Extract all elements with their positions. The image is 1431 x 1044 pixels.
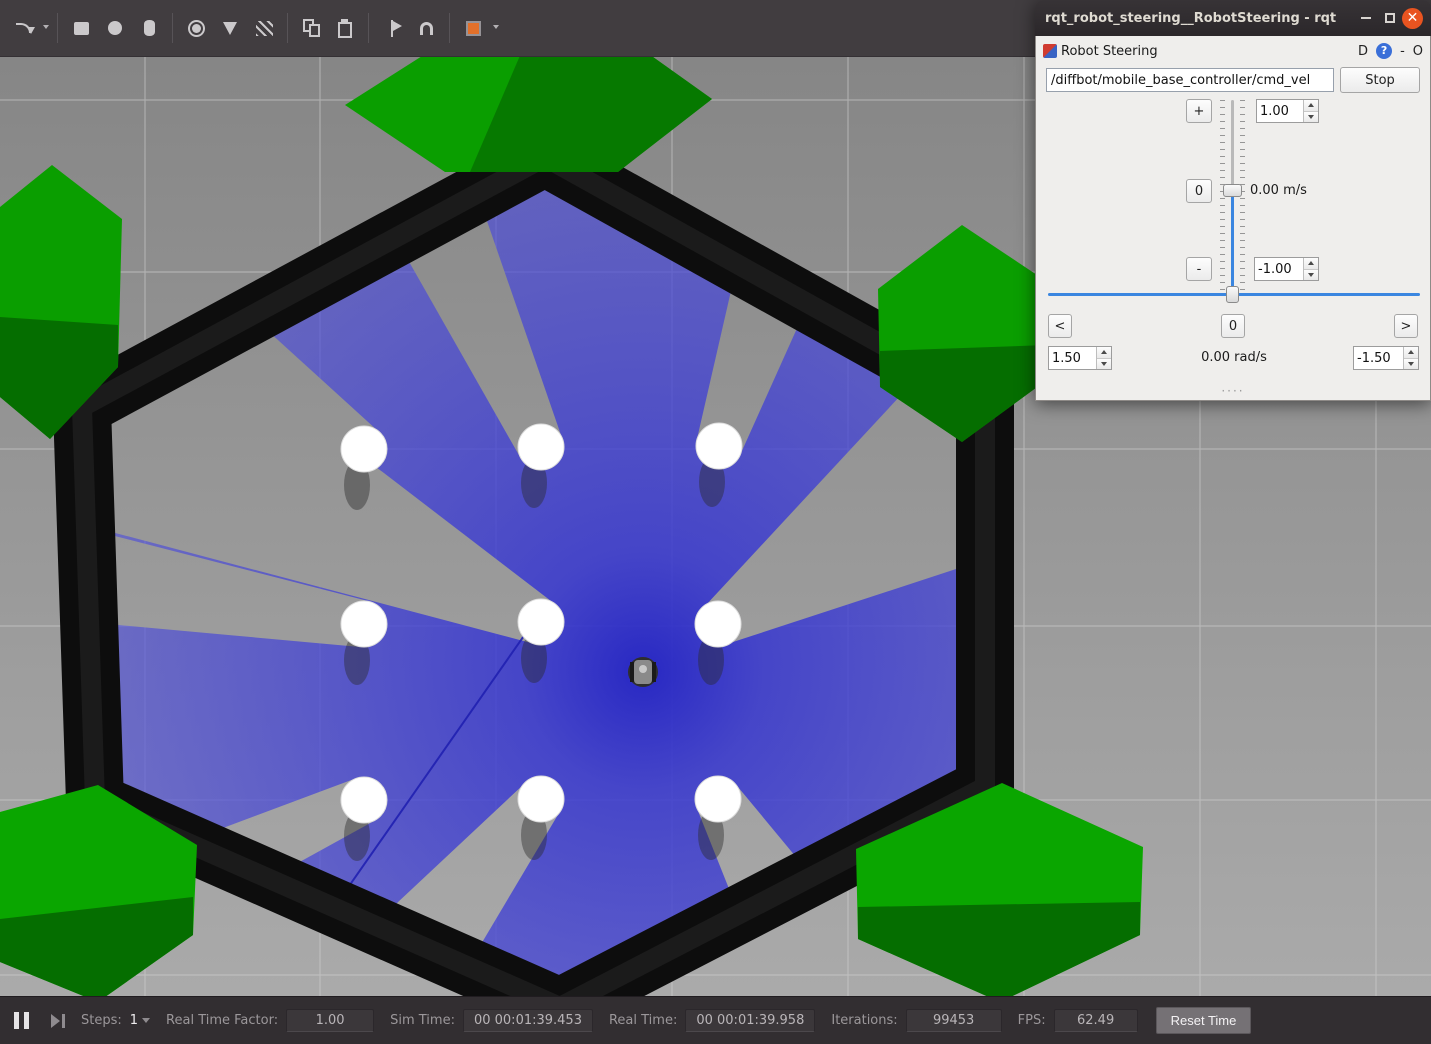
- robot-steering-icon: [1043, 44, 1057, 58]
- pause-icon[interactable]: [14, 1012, 29, 1029]
- angular-current-label: 0.00 rad/s: [1176, 346, 1292, 370]
- minimize-button[interactable]: [1354, 6, 1378, 30]
- insert-cylinder-icon[interactable]: [134, 11, 164, 45]
- toolbar-group-clipboard: [296, 11, 360, 45]
- spin-down-icon[interactable]: [1097, 359, 1111, 370]
- insert-box-icon[interactable]: [66, 11, 96, 45]
- reset-time-button[interactable]: Reset Time: [1156, 1007, 1252, 1034]
- dock-minimize-button[interactable]: -: [1400, 44, 1405, 59]
- rqt-body: Robot Steering D ? - O Stop +: [1035, 36, 1431, 401]
- minimize-icon: [1361, 17, 1371, 19]
- rtf-value: 1.00: [286, 1009, 374, 1032]
- angular-max-input[interactable]: [1049, 347, 1096, 369]
- dock-buttons: D ? - O: [1358, 43, 1423, 59]
- linear-slider-handle[interactable]: [1223, 184, 1242, 197]
- linear-min-arrows: [1303, 258, 1318, 280]
- toolbar-group-shapes: [66, 11, 164, 45]
- angular-right-button[interactable]: >: [1394, 314, 1418, 338]
- steps-label: Steps:: [81, 1013, 122, 1028]
- close-button[interactable]: ✕: [1402, 8, 1423, 29]
- angular-min-spinbox: [1353, 346, 1419, 370]
- gazebo-status-bar: Steps: 1 Real Time Factor: 1.00 Sim Time…: [0, 996, 1431, 1044]
- linear-plus-button[interactable]: +: [1186, 99, 1212, 123]
- linear-max-input[interactable]: [1257, 100, 1303, 122]
- toolbar-group-lights: [181, 11, 279, 45]
- angular-min-arrows: [1403, 347, 1418, 369]
- steps-dropdown-caret-icon[interactable]: [142, 1018, 150, 1027]
- linear-current-label: 0.00 m/s: [1250, 179, 1307, 203]
- copy-icon[interactable]: [296, 11, 326, 45]
- spot-light-icon[interactable]: [215, 11, 245, 45]
- dock-close-button[interactable]: O: [1413, 44, 1423, 59]
- toolbar-separator: [57, 13, 58, 43]
- spin-up-icon[interactable]: [1304, 258, 1318, 270]
- plugin-title: Robot Steering: [1061, 44, 1158, 59]
- toolbar-separator: [287, 13, 288, 43]
- fps-label: FPS:: [1018, 1013, 1046, 1028]
- toolbar-separator: [172, 13, 173, 43]
- angular-zero-button[interactable]: 0: [1221, 314, 1245, 338]
- linear-min-spinbox: [1254, 257, 1319, 281]
- real-time-value: 00 00:01:39.958: [685, 1009, 815, 1032]
- angular-slider-handle[interactable]: [1226, 286, 1239, 303]
- paste-icon[interactable]: [330, 11, 360, 45]
- robot: [628, 657, 658, 687]
- align-flag-icon[interactable]: [377, 11, 407, 45]
- linear-slider-fill: [1231, 197, 1234, 292]
- toolbar-group-snap: [458, 11, 499, 45]
- real-time-label: Real Time:: [609, 1013, 677, 1028]
- linear-min-input[interactable]: [1255, 258, 1303, 280]
- spin-up-icon[interactable]: [1304, 100, 1318, 112]
- redo-arrow-icon[interactable]: [8, 11, 38, 45]
- snap-dropdown-caret-icon[interactable]: [493, 25, 499, 32]
- spin-down-icon[interactable]: [1304, 270, 1318, 281]
- redo-dropdown-caret-icon[interactable]: [43, 25, 49, 32]
- spin-down-icon[interactable]: [1304, 112, 1318, 123]
- angular-max-arrows: [1096, 347, 1111, 369]
- angular-max-spinbox: [1048, 346, 1112, 370]
- insert-sphere-icon[interactable]: [100, 11, 130, 45]
- resize-grip-dots[interactable]: ····: [1036, 384, 1430, 398]
- snap-magnet-icon[interactable]: [411, 11, 441, 45]
- stop-button[interactable]: Stop: [1340, 67, 1420, 93]
- angular-min-input[interactable]: [1354, 347, 1403, 369]
- toolbar-group-edit: [8, 11, 49, 45]
- point-light-icon[interactable]: [181, 11, 211, 45]
- angular-left-button[interactable]: <: [1048, 314, 1072, 338]
- help-icon[interactable]: ?: [1376, 43, 1392, 59]
- maximize-icon: [1385, 13, 1395, 23]
- directional-light-icon[interactable]: [249, 11, 279, 45]
- sim-time-label: Sim Time:: [390, 1013, 455, 1028]
- maximize-button[interactable]: [1378, 6, 1402, 30]
- linear-max-spinbox: [1256, 99, 1319, 123]
- topic-input[interactable]: [1046, 68, 1334, 92]
- dock-detach-button[interactable]: D: [1358, 44, 1368, 59]
- spin-down-icon[interactable]: [1404, 359, 1418, 370]
- toolbar-group-align: [377, 11, 441, 45]
- screen: Steps: 1 Real Time Factor: 1.00 Sim Time…: [0, 0, 1431, 1044]
- linear-zero-button[interactable]: 0: [1186, 179, 1212, 203]
- step-icon[interactable]: [51, 1014, 65, 1028]
- toolbar-separator: [449, 13, 450, 43]
- rqt-titlebar[interactable]: rqt_robot_steering__RobotSteering - rqt …: [1035, 0, 1431, 36]
- fps-value: 62.49: [1054, 1009, 1138, 1032]
- rtf-label: Real Time Factor:: [166, 1013, 278, 1028]
- spin-up-icon[interactable]: [1097, 347, 1111, 359]
- rqt-window-title: rqt_robot_steering__RobotSteering - rqt: [1045, 11, 1354, 26]
- steps-value: 1: [130, 1013, 138, 1028]
- toolbar-separator: [368, 13, 369, 43]
- scale-snap-box-icon[interactable]: [458, 11, 488, 45]
- spin-up-icon[interactable]: [1404, 347, 1418, 359]
- linear-minus-button[interactable]: -: [1186, 257, 1212, 281]
- sim-time-value: 00 00:01:39.453: [463, 1009, 593, 1032]
- iterations-value: 99453: [906, 1009, 1002, 1032]
- rqt-window: rqt_robot_steering__RobotSteering - rqt …: [1035, 0, 1431, 401]
- iterations-label: Iterations:: [831, 1013, 897, 1028]
- plugin-header: Robot Steering D ? - O: [1043, 40, 1423, 62]
- linear-max-arrows: [1303, 100, 1318, 122]
